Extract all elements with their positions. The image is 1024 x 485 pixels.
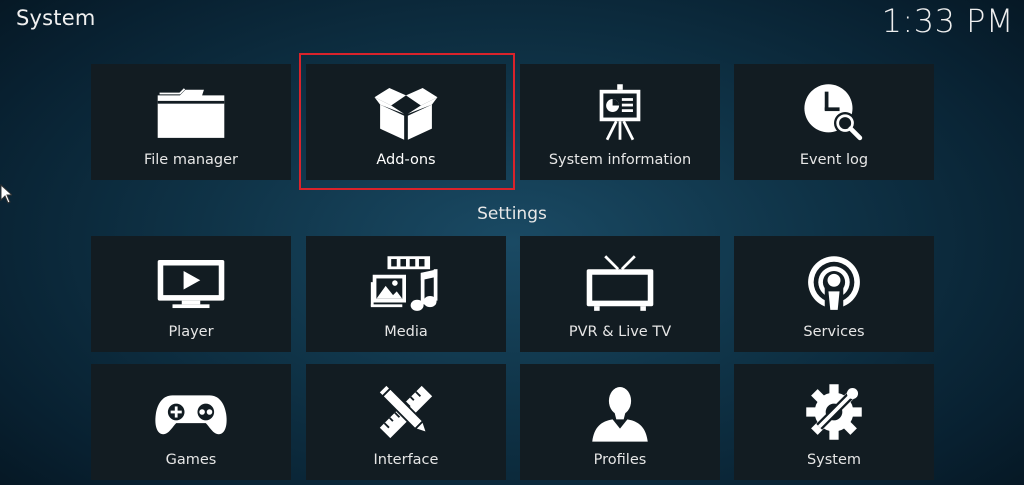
media-photo-music-icon [366, 250, 446, 318]
user-silhouette-icon [580, 378, 660, 446]
tile-services[interactable]: Services [734, 236, 934, 352]
presentation-easel-icon [580, 78, 660, 146]
tile-label: Interface [373, 452, 439, 468]
tile-label: PVR & Live TV [568, 324, 672, 340]
tv-antenna-icon [580, 250, 660, 318]
tile-label: Event log [799, 152, 869, 168]
pencil-ruler-icon [366, 378, 446, 446]
tile-label: Games [165, 452, 217, 468]
tile-player[interactable]: Player [91, 236, 291, 352]
tile-profiles[interactable]: Profiles [520, 364, 720, 480]
podcast-broadcast-icon [794, 250, 874, 318]
tile-interface[interactable]: Interface [306, 364, 506, 480]
clock: 1:33 PM [881, 2, 1014, 40]
tile-label: System [806, 452, 862, 468]
mouse-cursor-icon [0, 183, 14, 204]
tile-label: Player [168, 324, 214, 340]
folder-icon [151, 78, 231, 146]
tile-media[interactable]: Media [306, 236, 506, 352]
tile-label: System information [548, 152, 692, 168]
tile-system[interactable]: System [734, 364, 934, 480]
tile-label: Add-ons [376, 152, 436, 168]
tile-file-manager[interactable]: File manager [91, 64, 291, 180]
tile-add-ons[interactable]: Add-ons [306, 64, 506, 180]
tile-event-log[interactable]: Event log [734, 64, 934, 180]
page-title: System [16, 6, 96, 30]
tile-label: Profiles [593, 452, 647, 468]
gamepad-icon [151, 378, 231, 446]
settings-heading: Settings [477, 204, 547, 224]
gear-tools-icon [794, 378, 874, 446]
tile-label: Media [384, 324, 428, 340]
clock-search-icon [794, 78, 874, 146]
play-monitor-icon [151, 250, 231, 318]
open-box-icon [366, 78, 446, 146]
tile-games[interactable]: Games [91, 364, 291, 480]
tile-label: File manager [143, 152, 239, 168]
tile-label: Services [803, 324, 865, 340]
tile-system-information[interactable]: System information [520, 64, 720, 180]
tile-pvr-live-tv[interactable]: PVR & Live TV [520, 236, 720, 352]
